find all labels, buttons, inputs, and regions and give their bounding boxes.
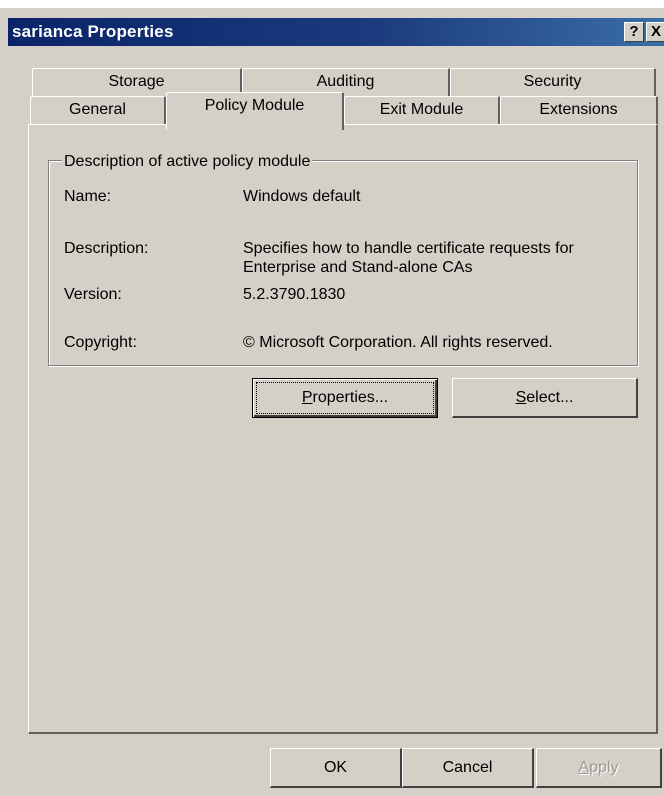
tab-label: Extensions <box>539 101 618 118</box>
tab-label: Policy Module <box>204 97 305 114</box>
tab-label: Storage <box>108 73 165 90</box>
close-icon: X <box>650 23 661 40</box>
select-label: elect... <box>526 389 574 406</box>
properties-button[interactable]: Properties... <box>252 378 438 418</box>
title-bar[interactable]: sarianca Properties ? X <box>8 18 664 46</box>
cancel-label: Cancel <box>442 759 493 776</box>
apply-label: pply <box>589 759 619 776</box>
copyright-value: © Microsoft Corporation. All rights rese… <box>243 334 553 351</box>
tab-label: Security <box>523 73 582 90</box>
apply-accelerator: A <box>578 759 590 776</box>
focus-rectangle <box>256 382 434 414</box>
tab-general[interactable]: General <box>30 96 166 124</box>
description-value-line1: Specifies how to handle certificate requ… <box>243 240 574 257</box>
version-label: Version: <box>64 286 122 303</box>
name-value: Windows default <box>243 188 361 205</box>
help-icon: ? <box>629 23 639 40</box>
tab-extensions[interactable]: Extensions <box>500 96 658 124</box>
tab-label: General <box>69 101 126 118</box>
name-label: Name: <box>64 188 112 205</box>
cancel-button[interactable]: Cancel <box>402 748 534 788</box>
apply-button[interactable]: Apply <box>536 748 662 788</box>
tab-security[interactable]: Security <box>450 68 656 96</box>
window-title: sarianca Properties <box>12 22 174 41</box>
properties-dialog: sarianca Properties ? X Storage Auditing… <box>0 8 664 796</box>
description-value-line2: Enterprise and Stand-alone CAs <box>243 259 473 276</box>
tab-policy-module[interactable]: Policy Module <box>166 92 344 130</box>
close-button[interactable]: X <box>646 22 664 42</box>
select-button[interactable]: Select... <box>452 378 638 418</box>
groupbox-legend: Description of active policy module <box>62 153 313 171</box>
tab-label: Exit Module <box>379 101 464 118</box>
version-value: 5.2.3790.1830 <box>243 286 346 303</box>
select-accelerator: S <box>515 389 527 406</box>
copyright-label: Copyright: <box>64 334 137 351</box>
help-button[interactable]: ? <box>624 22 644 42</box>
ok-button[interactable]: OK <box>270 748 402 788</box>
description-label: Description: <box>64 240 149 257</box>
tab-exit-module[interactable]: Exit Module <box>344 96 500 124</box>
ok-label: OK <box>323 759 348 776</box>
tab-label: Auditing <box>316 73 375 90</box>
